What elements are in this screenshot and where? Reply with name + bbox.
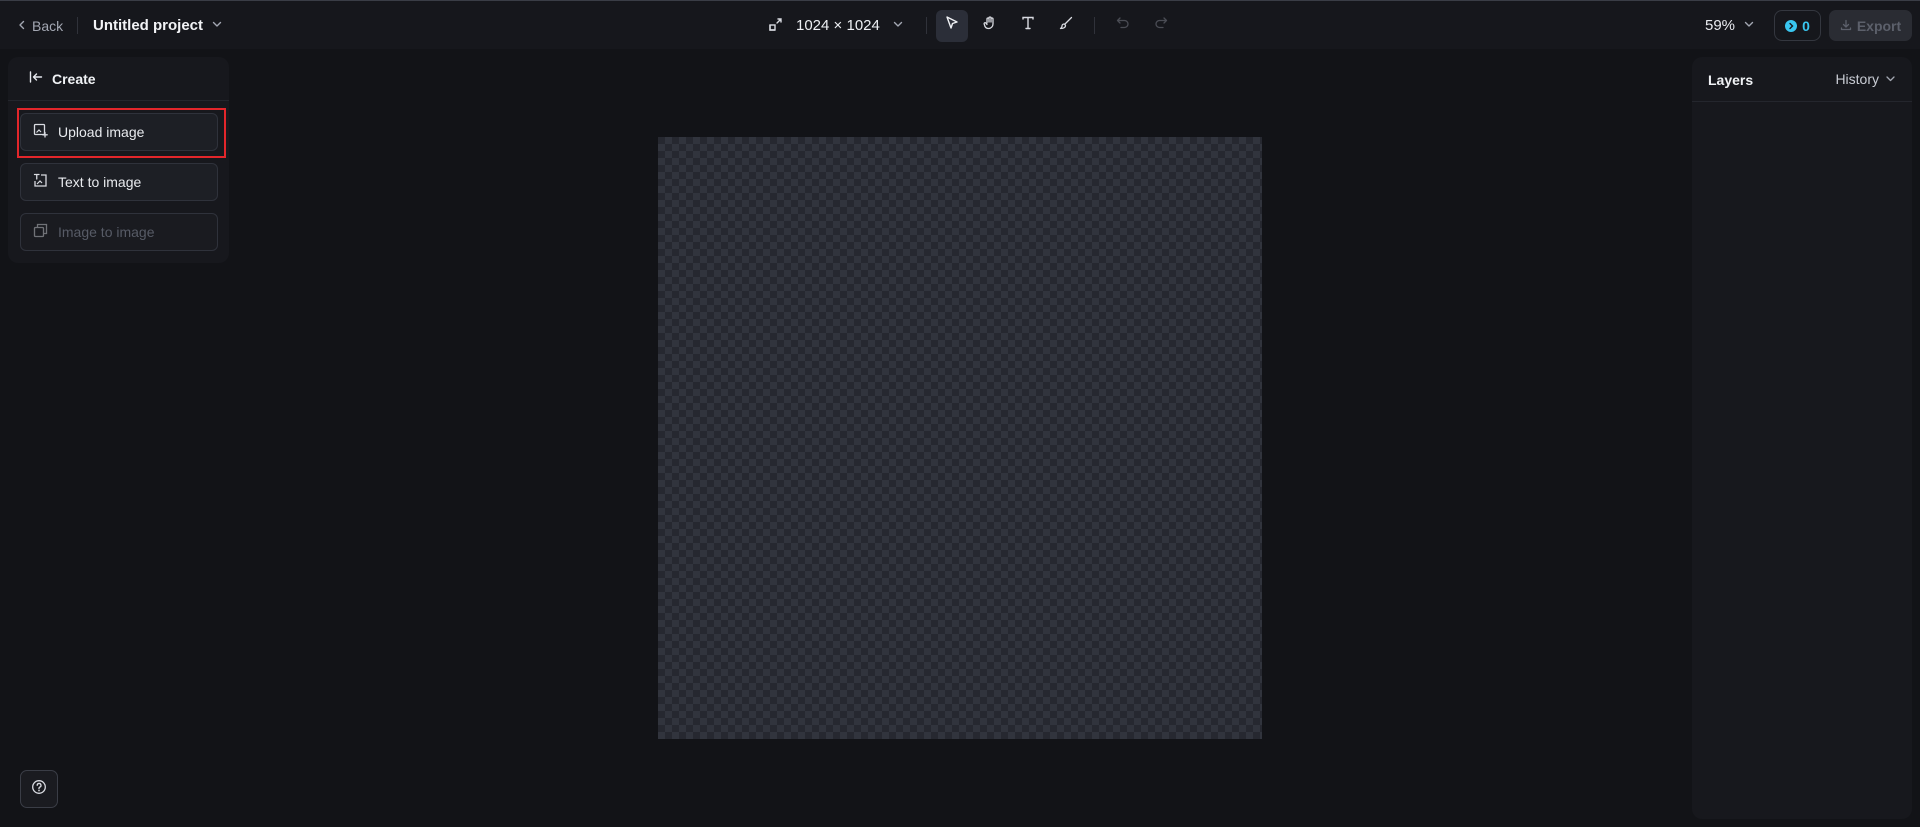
chevron-left-icon bbox=[16, 18, 28, 34]
help-button[interactable] bbox=[20, 770, 58, 808]
undo-icon bbox=[1115, 15, 1131, 36]
divider bbox=[926, 17, 927, 34]
redo-button[interactable] bbox=[1145, 10, 1177, 42]
zoom-dropdown[interactable]: 59% bbox=[1705, 1, 1755, 50]
size-separator: × bbox=[833, 17, 843, 34]
chevron-down-icon bbox=[892, 17, 904, 34]
export-label: Export bbox=[1856, 17, 1902, 34]
canvas-height: 1024 bbox=[846, 17, 880, 34]
question-circle-icon bbox=[31, 779, 47, 800]
resize-icon bbox=[768, 16, 784, 36]
canvas-size-dropdown[interactable]: 1024 × 1024 bbox=[768, 1, 904, 50]
image-to-image-icon bbox=[33, 223, 48, 241]
text-to-image-icon bbox=[33, 173, 48, 191]
brush-tool-button[interactable] bbox=[1050, 10, 1082, 42]
export-button[interactable]: Export bbox=[1829, 10, 1912, 41]
tool-group bbox=[936, 1, 1177, 50]
create-panel-title: Create bbox=[52, 70, 96, 87]
credits-badge[interactable]: 0 bbox=[1774, 10, 1821, 41]
upload-image-icon bbox=[33, 123, 48, 141]
image-to-image-button[interactable]: Image to image bbox=[20, 213, 218, 251]
layers-tab[interactable]: Layers bbox=[1708, 72, 1753, 88]
chevron-down-icon bbox=[1743, 17, 1755, 34]
undo-button[interactable] bbox=[1107, 10, 1139, 42]
collapse-left-icon bbox=[29, 70, 43, 87]
credits-count: 0 bbox=[1802, 17, 1810, 34]
text-to-image-label: Text to image bbox=[58, 174, 142, 190]
layers-panel: Layers History bbox=[1692, 57, 1912, 819]
brush-icon bbox=[1058, 15, 1074, 36]
cursor-arrow-icon bbox=[944, 15, 960, 36]
canvas-width: 1024 bbox=[796, 17, 830, 34]
layers-panel-header: Layers History bbox=[1692, 57, 1912, 102]
zoom-level: 59% bbox=[1705, 17, 1736, 34]
select-tool-button[interactable] bbox=[936, 9, 968, 42]
project-title: Untitled project bbox=[93, 17, 204, 34]
upload-image-button[interactable]: Upload image bbox=[20, 113, 218, 151]
upload-image-label: Upload image bbox=[58, 124, 145, 140]
chevron-down-icon bbox=[211, 17, 223, 34]
image-to-image-label: Image to image bbox=[58, 224, 155, 240]
project-title-dropdown[interactable]: Untitled project bbox=[93, 1, 223, 50]
history-dropdown[interactable]: History bbox=[1835, 71, 1896, 87]
credit-coin-icon bbox=[1785, 19, 1798, 32]
top-toolbar: Back Untitled project 1024 × 1024 59% 0 … bbox=[0, 0, 1920, 49]
chevron-down-icon bbox=[1885, 71, 1896, 87]
hand-icon bbox=[982, 15, 998, 36]
divider bbox=[77, 17, 78, 34]
create-panel-header[interactable]: Create bbox=[8, 57, 229, 101]
create-panel: Create Upload image Text to image Image … bbox=[8, 57, 229, 263]
divider bbox=[1094, 17, 1095, 34]
redo-icon bbox=[1153, 15, 1169, 36]
back-button[interactable]: Back bbox=[16, 1, 63, 50]
text-to-image-button[interactable]: Text to image bbox=[20, 163, 218, 201]
back-label: Back bbox=[32, 17, 64, 34]
hand-tool-button[interactable] bbox=[974, 10, 1006, 42]
text-icon bbox=[1020, 15, 1036, 36]
text-tool-button[interactable] bbox=[1012, 10, 1044, 42]
history-label: History bbox=[1835, 71, 1879, 87]
transparent-canvas[interactable] bbox=[658, 137, 1262, 739]
download-icon bbox=[1840, 18, 1852, 34]
